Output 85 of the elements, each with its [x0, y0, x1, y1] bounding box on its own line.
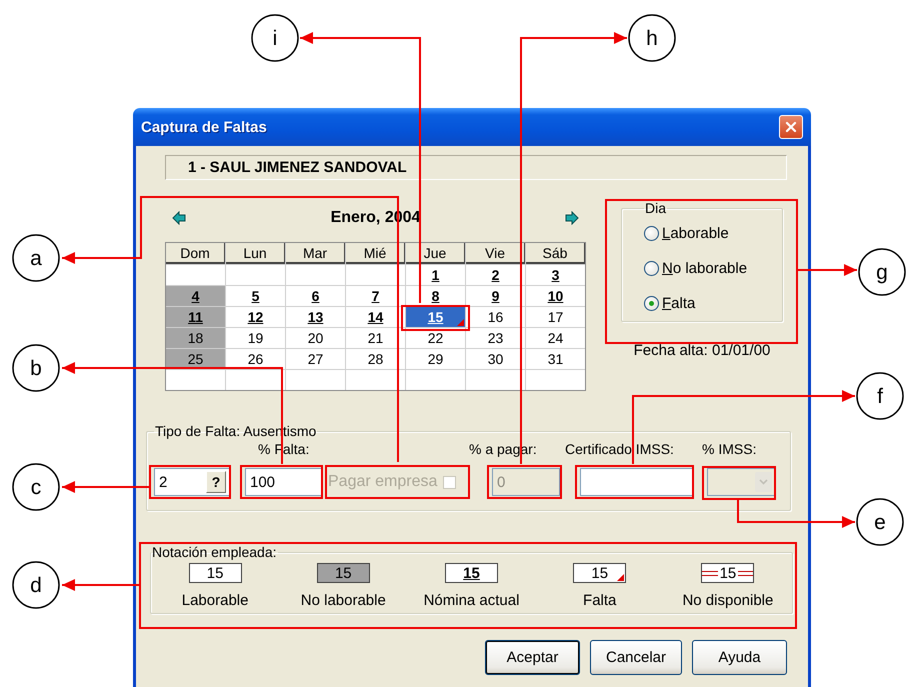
- calendar-day[interactable]: 27: [286, 349, 345, 369]
- calendar-day[interactable]: 21: [346, 328, 405, 348]
- callout-label: c: [12, 463, 60, 511]
- calendar-day[interactable]: 24: [526, 328, 585, 348]
- weekday-header: Mié: [346, 243, 405, 264]
- close-button[interactable]: [779, 115, 803, 139]
- callout-label: a: [12, 234, 60, 282]
- calendar-day[interactable]: 6: [286, 286, 345, 306]
- calendar-day[interactable]: 30: [466, 349, 525, 369]
- window-title: Captura de Faltas: [141, 118, 267, 136]
- calendar-day[interactable]: 29: [406, 349, 465, 369]
- weekday-header: Mar: [286, 243, 345, 264]
- calendar-day[interactable]: 23: [466, 328, 525, 348]
- callout-label: d: [12, 561, 60, 609]
- calendar-day[interactable]: 19: [226, 328, 285, 348]
- weekday-header: Dom: [166, 243, 225, 264]
- dialog-button[interactable]: Ayuda: [692, 640, 787, 675]
- calendar-day[interactable]: 1: [406, 265, 465, 285]
- callout-label: h: [628, 14, 676, 62]
- notation-label: Laborable: [182, 592, 248, 609]
- registration-date: Fecha alta: 01/01/00: [634, 342, 770, 359]
- calendar-day[interactable]: 8: [406, 286, 465, 306]
- radio-button[interactable]: [644, 261, 659, 276]
- calendar-day[interactable]: 31: [526, 349, 585, 369]
- calendar-day[interactable]: 10: [526, 286, 585, 306]
- calendar-day[interactable]: 4: [166, 286, 225, 306]
- calendar-day[interactable]: 18: [166, 328, 225, 348]
- notation-sample: 15: [701, 563, 754, 583]
- percent-field[interactable]: 100: [245, 468, 322, 496]
- field-label: Certificado IMSS:: [565, 441, 674, 457]
- absence-code-field[interactable]: 2 ?: [154, 468, 231, 496]
- callout-label: i: [251, 14, 299, 62]
- calendar-day[interactable]: 20: [286, 328, 345, 348]
- calendar-day[interactable]: 17: [526, 307, 585, 327]
- radio-label[interactable]: Falta: [662, 295, 696, 312]
- lookup-button[interactable]: ?: [206, 471, 226, 493]
- calendar-day[interactable]: 22: [406, 328, 465, 348]
- callout-label: b: [12, 344, 60, 392]
- checkbox-label: Pagar empresa: [328, 473, 438, 491]
- notation-label: Falta: [583, 592, 616, 609]
- callout-label: e: [856, 498, 904, 546]
- calendar-day[interactable]: 9: [466, 286, 525, 306]
- calendar-day[interactable]: 28: [346, 349, 405, 369]
- calendar-day[interactable]: 13: [286, 307, 345, 327]
- calendar-day[interactable]: 2: [466, 265, 525, 285]
- field-value: 2: [159, 474, 168, 490]
- calendar-day[interactable]: 16: [466, 307, 525, 327]
- certificate-field[interactable]: [580, 468, 693, 496]
- notation-sample: 15: [445, 563, 498, 583]
- callout-label: g: [858, 248, 906, 296]
- calendar-day[interactable]: 26: [226, 349, 285, 369]
- radio-label[interactable]: Laborable: [662, 225, 729, 242]
- left-arrow-icon[interactable]: [172, 211, 186, 225]
- callout-label: f: [856, 372, 904, 420]
- calendar-day[interactable]: 25: [166, 349, 225, 369]
- dialog-button[interactable]: Cancelar: [590, 640, 682, 675]
- notation-label: No disponible: [682, 592, 774, 609]
- weekday-header: Jue: [406, 243, 465, 264]
- notation-sample: 15: [316, 563, 370, 583]
- calendar-day[interactable]: 3: [526, 265, 585, 285]
- field-label: % IMSS:: [702, 441, 756, 457]
- calendar-day[interactable]: 15: [406, 307, 465, 327]
- group-legend: Notación empleada:: [151, 544, 278, 560]
- notation-sample: 15: [573, 563, 626, 583]
- notation-sample: 15: [188, 563, 242, 583]
- calendar-day[interactable]: 12: [226, 307, 285, 327]
- radio-label[interactable]: No laborable: [662, 260, 748, 277]
- chevron-down-icon: [759, 479, 768, 485]
- weekday-header: Lun: [226, 243, 285, 264]
- weekday-header: Vie: [466, 243, 525, 264]
- calendar-day[interactable]: 14: [346, 307, 405, 327]
- radio-button[interactable]: [644, 296, 659, 311]
- radio-button[interactable]: [644, 226, 659, 241]
- close-icon: [785, 121, 797, 133]
- calendar-day[interactable]: 5: [226, 286, 285, 306]
- dialog-button[interactable]: Aceptar: [485, 640, 580, 675]
- group-legend: Dia: [644, 200, 668, 216]
- calendar-day[interactable]: 11: [166, 307, 225, 327]
- calendar-day[interactable]: 7: [346, 286, 405, 306]
- employee-name: 1 - SAUL JIMENEZ SANDOVAL: [165, 155, 787, 180]
- notation-label: Nómina actual: [424, 592, 520, 609]
- notation-label: No laborable: [300, 592, 386, 609]
- right-arrow-icon[interactable]: [564, 211, 579, 225]
- weekday-header: Sáb: [526, 243, 585, 264]
- highlight-frame: [401, 305, 470, 331]
